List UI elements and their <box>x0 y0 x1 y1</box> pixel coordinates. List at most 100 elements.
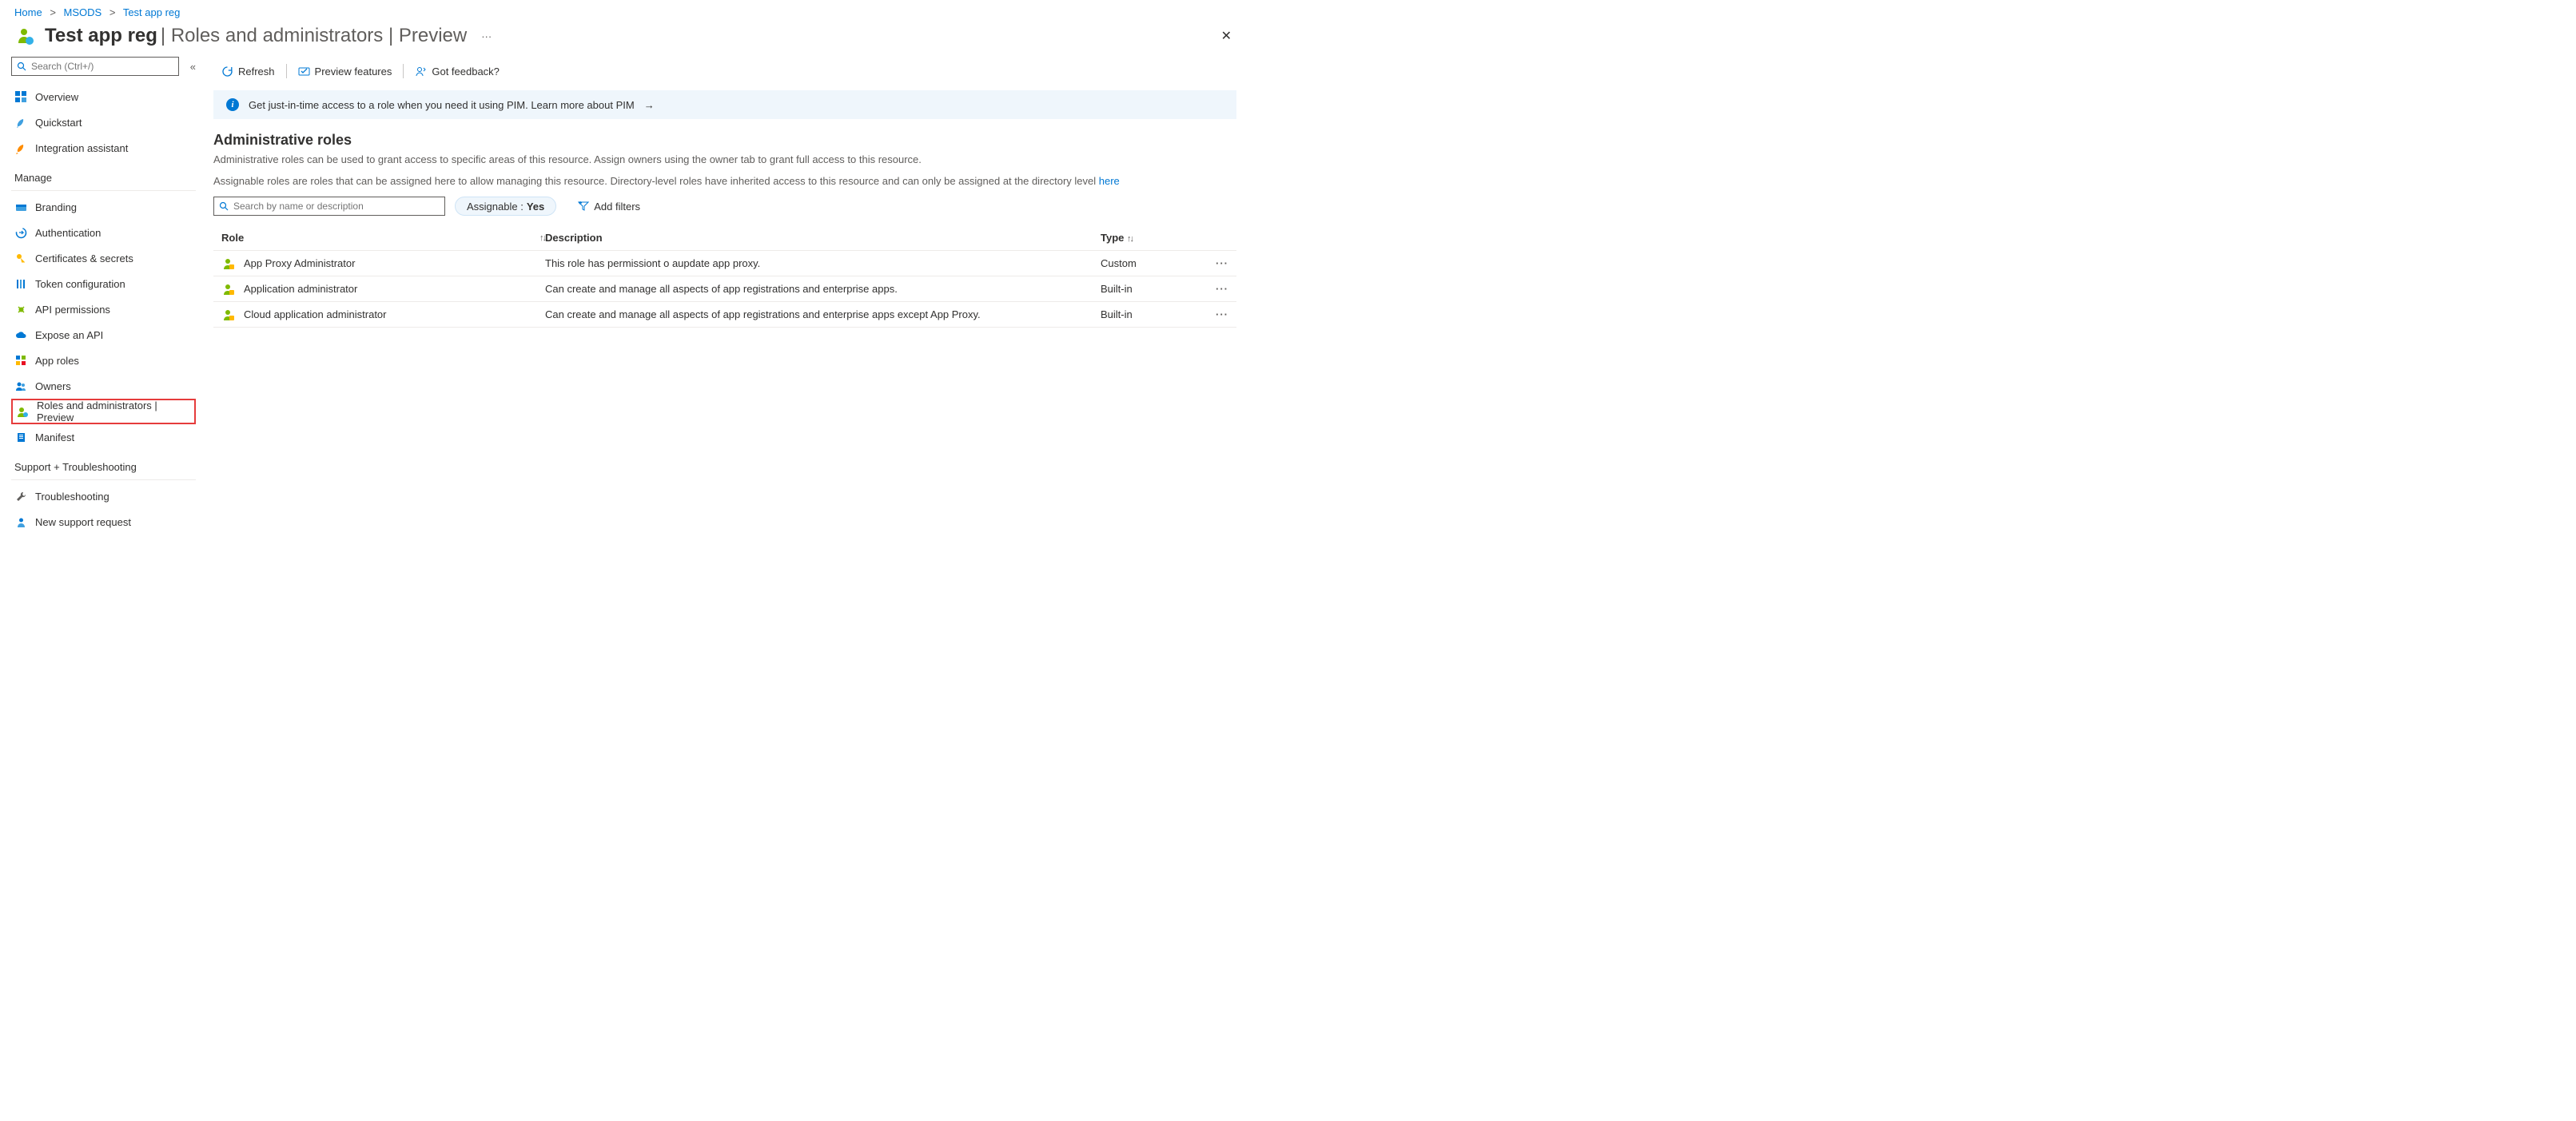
preview-features-button[interactable]: Preview features <box>290 57 400 85</box>
breadcrumb-sep-icon: > <box>50 6 56 18</box>
arrow-right-icon: → <box>644 99 655 111</box>
page-header: Test app reg | Roles and administrators … <box>0 22 1248 57</box>
role-description: Can create and manage all aspects of app… <box>545 308 1101 320</box>
sidebar-item-owners[interactable]: Owners <box>11 373 196 399</box>
page-title: Test app reg <box>45 25 157 47</box>
add-filters-label: Add filters <box>594 201 640 213</box>
role-search-input[interactable] <box>229 201 440 212</box>
role-name: Application administrator <box>244 283 357 295</box>
sidebar-item-app-roles[interactable]: App roles <box>11 348 196 373</box>
got-feedback-button[interactable]: Got feedback? <box>407 57 508 85</box>
table-row[interactable]: App Proxy Administrator This role has pe… <box>213 251 1236 276</box>
role-type: Built-in <box>1101 283 1204 295</box>
feedback-icon <box>415 66 427 78</box>
role-description: Can create and manage all aspects of app… <box>545 283 1101 295</box>
table-header: Role ↑↓ Description Type ↑↓ <box>213 225 1236 251</box>
got-feedback-label: Got feedback? <box>432 66 500 78</box>
support-person-icon <box>14 515 27 528</box>
sidebar-item-label: Troubleshooting <box>35 491 109 503</box>
sidebar-item-authentication[interactable]: Authentication <box>11 220 196 245</box>
info-banner[interactable]: i Get just-in-time access to a role when… <box>213 90 1236 119</box>
sidebar-item-integration-assistant[interactable]: Integration assistant <box>11 135 196 161</box>
roles-admin-icon <box>16 405 29 418</box>
more-commands-icon[interactable]: ··· <box>481 30 492 42</box>
sidebar-item-manifest[interactable]: Manifest <box>11 424 196 450</box>
info-icon: i <box>226 98 239 111</box>
role-search[interactable] <box>213 197 445 216</box>
filter-add-icon <box>578 201 589 212</box>
role-icon <box>221 282 236 296</box>
sidebar-item-expose-api[interactable]: Expose an API <box>11 322 196 348</box>
breadcrumb-home[interactable]: Home <box>14 6 42 18</box>
sidebar-section-manage: Manage <box>11 161 196 191</box>
token-icon <box>14 277 27 290</box>
column-header-description[interactable]: Description <box>545 232 1101 244</box>
sidebar-item-label: Authentication <box>35 227 101 239</box>
search-icon <box>17 62 26 71</box>
breadcrumb-msods[interactable]: MSODS <box>64 6 102 18</box>
people-icon <box>14 380 27 392</box>
here-link[interactable]: here <box>1099 175 1120 187</box>
role-type: Built-in <box>1101 308 1204 320</box>
collapse-sidebar-icon[interactable]: « <box>190 61 196 73</box>
sidebar-search-input[interactable] <box>26 61 173 72</box>
section-description-2: Assignable roles are roles that can be a… <box>213 175 1236 187</box>
refresh-icon <box>221 66 233 78</box>
row-more-icon[interactable]: ··· <box>1216 308 1228 320</box>
sidebar-item-label: App roles <box>35 355 79 367</box>
assignable-filter-pill[interactable]: Assignable : Yes <box>455 197 556 216</box>
preview-features-label: Preview features <box>315 66 392 78</box>
sidebar-item-label: API permissions <box>35 304 110 316</box>
sidebar-item-roles-administrators[interactable]: Roles and administrators | Preview <box>11 399 196 424</box>
sidebar-item-label: Roles and administrators | Preview <box>37 400 191 423</box>
close-icon[interactable]: ✕ <box>1221 28 1232 44</box>
sort-icon: ↑↓ <box>539 233 545 243</box>
row-more-icon[interactable]: ··· <box>1216 283 1228 295</box>
main-content: Refresh Preview features Got feedback? i… <box>204 57 1248 535</box>
filter-row: Assignable : Yes Add filters <box>213 197 1236 216</box>
table-row[interactable]: Application administrator Can create and… <box>213 276 1236 302</box>
role-icon <box>221 256 236 271</box>
assignable-label: Assignable : <box>467 201 524 213</box>
section-description-1: Administrative roles can be used to gran… <box>213 153 1236 165</box>
sidebar: « Overview Quickstart Integration assist… <box>0 57 204 535</box>
column-header-role[interactable]: Role ↑↓ <box>221 232 545 244</box>
wrench-icon <box>14 490 27 503</box>
authentication-icon <box>14 226 27 239</box>
sidebar-item-label: New support request <box>35 516 131 528</box>
sort-icon: ↑↓ <box>1127 234 1133 244</box>
preview-features-icon <box>298 66 310 78</box>
sidebar-item-certificates-secrets[interactable]: Certificates & secrets <box>11 245 196 271</box>
rocket-icon <box>14 116 27 129</box>
breadcrumb-test-app-reg[interactable]: Test app reg <box>123 6 181 18</box>
table-row[interactable]: Cloud application administrator Can crea… <box>213 302 1236 328</box>
sidebar-item-branding[interactable]: Branding <box>11 194 196 220</box>
sidebar-item-new-support-request[interactable]: New support request <box>11 509 196 535</box>
sidebar-item-token-configuration[interactable]: Token configuration <box>11 271 196 296</box>
sidebar-item-label: Quickstart <box>35 117 82 129</box>
sidebar-item-quickstart[interactable]: Quickstart <box>11 109 196 135</box>
sidebar-item-troubleshooting[interactable]: Troubleshooting <box>11 483 196 509</box>
sidebar-item-label: Integration assistant <box>35 142 128 154</box>
role-name: App Proxy Administrator <box>244 257 355 269</box>
row-more-icon[interactable]: ··· <box>1216 257 1228 269</box>
sidebar-item-label: Token configuration <box>35 278 125 290</box>
page-subtitle: | Roles and administrators | Preview <box>161 25 467 47</box>
sidebar-search[interactable] <box>11 57 179 76</box>
refresh-label: Refresh <box>238 66 275 78</box>
section-title: Administrative roles <box>213 132 1236 149</box>
sidebar-item-label: Overview <box>35 91 78 103</box>
app-roles-icon <box>14 354 27 367</box>
command-bar: Refresh Preview features Got feedback? <box>213 57 1236 85</box>
refresh-button[interactable]: Refresh <box>213 57 283 85</box>
sidebar-item-overview[interactable]: Overview <box>11 84 196 109</box>
add-filters-button[interactable]: Add filters <box>566 197 652 216</box>
overview-icon <box>14 90 27 103</box>
info-banner-text: Get just-in-time access to a role when y… <box>249 99 635 111</box>
column-header-type[interactable]: Type ↑↓ <box>1101 232 1204 244</box>
assignable-value: Yes <box>527 201 544 213</box>
key-icon <box>14 252 27 264</box>
toolbar-separator <box>403 64 404 78</box>
sidebar-item-api-permissions[interactable]: API permissions <box>11 296 196 322</box>
role-icon <box>221 308 236 322</box>
